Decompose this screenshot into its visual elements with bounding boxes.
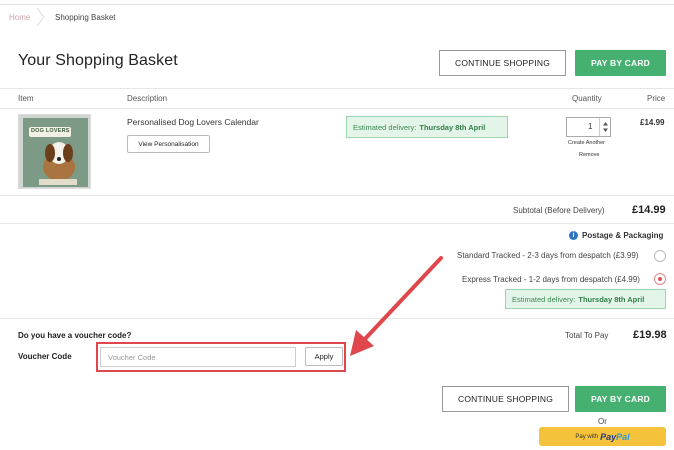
annotation-arrow-icon xyxy=(350,256,443,356)
